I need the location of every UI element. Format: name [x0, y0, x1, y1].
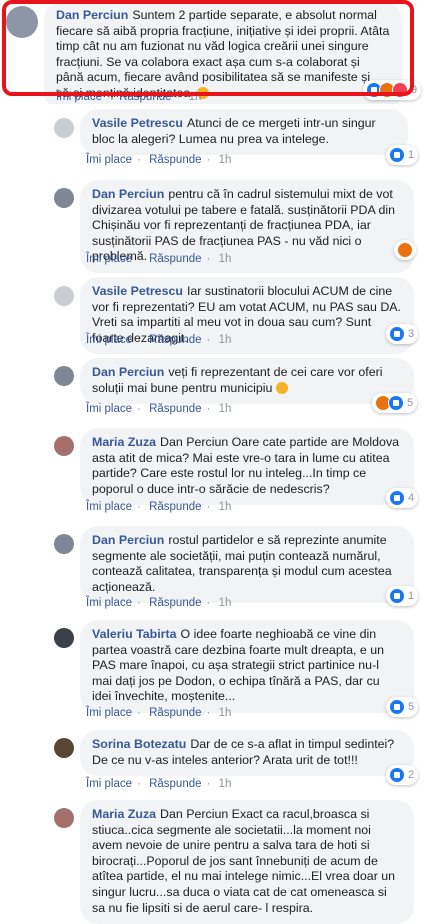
reaction-count: 1 [408, 590, 415, 602]
like-reaction-icon [389, 588, 405, 604]
smile-emoji-icon [275, 381, 288, 394]
avatar[interactable] [6, 6, 38, 38]
like-reaction-icon [389, 767, 405, 783]
comment-actions: Îmi place · Răspunde · 1h [86, 253, 232, 265]
reactions-badge[interactable]: 1 [386, 586, 419, 606]
like-link[interactable]: Îmi place [86, 778, 132, 790]
comment-text: Dan Perciun Exact ca racul,broasca si st… [92, 807, 396, 915]
like-link[interactable]: Îmi place [86, 253, 132, 265]
reactions-badge[interactable]: 5 [386, 697, 419, 717]
avatar[interactable] [54, 628, 74, 648]
angry-reaction-icon [397, 242, 413, 258]
commenter-name[interactable]: Vasile Petrescu [92, 284, 183, 298]
like-link[interactable]: Îmi place [86, 597, 132, 609]
avatar[interactable] [54, 188, 74, 208]
like-reaction-icon [389, 699, 405, 715]
reactions-badge[interactable]: 5 [372, 393, 418, 413]
comment-bubble: Maria Zuza Dan Perciun Exact ca racul,bro… [80, 800, 414, 924]
like-link[interactable]: Îmi place [86, 403, 132, 415]
comment-actions: Îmi place · Răspunde · 1h [86, 501, 232, 513]
reaction-count: 4 [408, 492, 415, 504]
comment-actions: Îmi place · Răspunde · 1h [86, 778, 232, 790]
reactions-badge[interactable]: 4 [386, 488, 419, 508]
reply-link[interactable]: Răspunde [149, 334, 201, 346]
comment-bubble: Maria Zuza Dan Perciun Oare cate partide … [80, 428, 414, 506]
comment-bubble: Dan Perciun veți fi reprezentant de cei c… [80, 358, 414, 405]
avatar[interactable] [54, 534, 74, 554]
avatar[interactable] [54, 738, 74, 758]
commenter-name[interactable]: Maria Zuza [92, 807, 156, 821]
commenter-name[interactable]: Dan Perciun [56, 8, 128, 22]
timestamp[interactable]: 1h [219, 253, 232, 265]
like-reaction-icon [389, 147, 405, 163]
comment-actions: Îmi place · Răspunde · 1h [86, 597, 232, 609]
avatar[interactable] [54, 118, 74, 138]
comment-actions: Îmi place · Răspunde · 1h [56, 91, 202, 103]
reaction-count: 5 [408, 701, 415, 713]
timestamp[interactable]: 1h [219, 501, 232, 513]
commenter-name[interactable]: Dan Perciun [92, 365, 164, 379]
timestamp[interactable]: 1h [219, 707, 232, 719]
like-reaction-icon [389, 490, 405, 506]
comment-bubble: Dan Perciun Suntem 2 partide separate, e … [44, 2, 402, 104]
reply-link[interactable]: Răspunde [149, 253, 201, 265]
avatar[interactable] [54, 808, 74, 828]
comment-bubble: Vasile Petrescu Atunci de ce mergeti intr… [80, 109, 408, 156]
commenter-name[interactable]: Sorina Botezatu [92, 737, 186, 751]
commenter-name[interactable]: Valeriu Tabirta [92, 627, 176, 641]
like-link[interactable]: Îmi place [86, 707, 132, 719]
comment-actions: Îmi place · Răspunde · 1h [86, 403, 232, 415]
reaction-count: 1 [408, 149, 415, 161]
reply-link[interactable]: Răspunde [149, 403, 201, 415]
commenter-name[interactable]: Dan Perciun [92, 187, 164, 201]
avatar[interactable] [54, 436, 74, 456]
reply-link[interactable]: Răspunde [149, 501, 201, 513]
avatar[interactable] [54, 286, 74, 306]
reactions-badge[interactable] [394, 240, 416, 260]
like-link[interactable]: Îmi place [86, 334, 132, 346]
comment-bubble: Dan Perciun rostul partidelor e să reprez… [80, 526, 414, 604]
like-link[interactable]: Îmi place [86, 501, 132, 513]
reply-link[interactable]: Răspunde [119, 91, 171, 103]
reaction-count: 3 [408, 328, 415, 340]
reply-link[interactable]: Răspunde [149, 707, 201, 719]
reactions-badge[interactable]: 2 [386, 765, 419, 785]
comment-actions: Îmi place · Răspunde · 1h [86, 707, 232, 719]
reply-link[interactable]: Răspunde [149, 778, 201, 790]
timestamp[interactable]: 1h [189, 91, 202, 103]
comment-bubble: Valeriu Tabirta O idee foarte neghioabă c… [80, 620, 414, 713]
like-reaction-icon [389, 326, 405, 342]
like-reaction-icon [388, 395, 404, 411]
reactions-badge[interactable]: 9 [363, 80, 422, 100]
reactions-badge[interactable]: 3 [386, 324, 419, 344]
timestamp[interactable]: 1h [219, 597, 232, 609]
timestamp[interactable]: 1h [219, 154, 232, 166]
reactions-badge[interactable]: 1 [386, 145, 419, 165]
reaction-count: 2 [408, 769, 415, 781]
top-comment: Dan Perciun Suntem 2 partide separate, e … [0, 0, 446, 104]
timestamp[interactable]: 1h [219, 334, 232, 346]
comment-bubble: Sorina Botezatu Dar de ce s-a aflat in ti… [80, 730, 414, 777]
timestamp[interactable]: 1h [219, 403, 232, 415]
like-link[interactable]: Îmi place [86, 154, 132, 166]
comment-actions: Îmi place · Răspunde · 1h [86, 334, 232, 346]
commenter-name[interactable]: Vasile Petrescu [92, 116, 183, 130]
commenter-name[interactable]: Maria Zuza [92, 435, 156, 449]
commenter-name[interactable]: Dan Perciun [92, 533, 164, 547]
timestamp[interactable]: 1h [219, 778, 232, 790]
avatar[interactable] [54, 366, 74, 386]
reaction-count: 9 [411, 84, 418, 96]
reaction-count: 5 [407, 397, 414, 409]
like-link[interactable]: Îmi place [56, 91, 102, 103]
reply-link[interactable]: Răspunde [149, 154, 201, 166]
reply-link[interactable]: Răspunde [149, 597, 201, 609]
love-reaction-icon [392, 82, 408, 98]
comment-actions: Îmi place · Răspunde · 1h [86, 154, 232, 166]
